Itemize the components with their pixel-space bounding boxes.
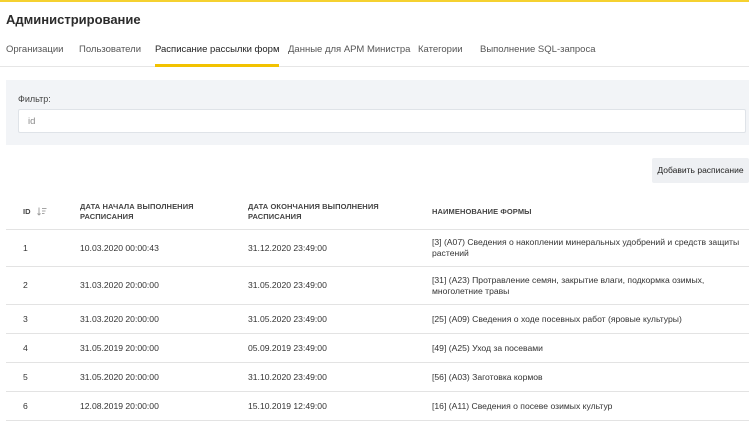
schedule-table: ID ДАТА НАЧАЛА ВЫПОЛНЕНИЯ РАСПИСАНИЯ ДАТ… bbox=[6, 193, 749, 421]
cell-start-date: 31.05.2020 20:00:00 bbox=[80, 371, 159, 382]
table-row[interactable]: 6 12.08.2019 20:00:00 15.10.2019 12:49:0… bbox=[6, 392, 749, 421]
cell-id: 1 bbox=[23, 242, 28, 253]
cell-form-name: [31] (А23) Протравление семян, закрытие … bbox=[432, 274, 705, 296]
cell-id: 5 bbox=[23, 371, 28, 382]
table-row[interactable]: 1 10.03.2020 00:00:43 31.12.2020 23:49:0… bbox=[6, 230, 749, 267]
tab-minister-data[interactable]: Данные для АРМ Министра bbox=[288, 38, 410, 67]
cell-start-date: 31.03.2020 20:00:00 bbox=[80, 280, 159, 290]
table-header: ID ДАТА НАЧАЛА ВЫПОЛНЕНИЯ РАСПИСАНИЯ ДАТ… bbox=[6, 193, 749, 230]
page-title: Администрирование bbox=[6, 12, 141, 27]
cell-end-date: 31.05.2020 23:49:00 bbox=[248, 280, 327, 290]
tab-users[interactable]: Пользователи bbox=[79, 38, 141, 67]
cell-id: 3 bbox=[23, 313, 28, 324]
cell-id: 6 bbox=[23, 400, 28, 411]
cell-end-date: 31.05.2020 23:49:00 bbox=[248, 313, 327, 324]
cell-start-date: 31.05.2019 20:00:00 bbox=[80, 342, 159, 353]
filter-panel: Фильтр: bbox=[6, 80, 749, 145]
column-header-start-date: ДАТА НАЧАЛА ВЫПОЛНЕНИЯ РАСПИСАНИЯ bbox=[80, 201, 194, 221]
sort-icon[interactable] bbox=[36, 207, 47, 216]
filter-input[interactable] bbox=[18, 109, 746, 133]
column-header-id[interactable]: ID bbox=[23, 193, 73, 230]
top-accent-line bbox=[0, 0, 749, 2]
cell-start-date: 12.08.2019 20:00:00 bbox=[80, 400, 159, 411]
cell-end-date: 31.12.2020 23:49:00 bbox=[248, 242, 327, 253]
table-row[interactable]: 4 31.05.2019 20:00:00 05.09.2019 23:49:0… bbox=[6, 334, 749, 363]
cell-id: 2 bbox=[23, 280, 28, 290]
cell-end-date: 15.10.2019 12:49:00 bbox=[248, 400, 327, 411]
tab-categories[interactable]: Категории bbox=[418, 38, 463, 67]
column-header-form-name: НАИМЕНОВАНИЕ ФОРМЫ bbox=[432, 206, 532, 216]
column-header-end-date: ДАТА ОКОНЧАНИЯ ВЫПОЛНЕНИЯ РАСПИСАНИЯ bbox=[248, 201, 379, 221]
cell-form-name: [16] (А11) Сведения о посеве озимых куль… bbox=[432, 400, 613, 411]
add-schedule-button[interactable]: Добавить расписание bbox=[652, 158, 749, 183]
column-header-id-label: ID bbox=[23, 206, 31, 216]
cell-form-name: [49] (А25) Уход за посевами bbox=[432, 342, 543, 353]
cell-form-name: [56] (А03) Заготовка кормов bbox=[432, 371, 543, 382]
tab-schedule[interactable]: Расписание рассылки форм bbox=[155, 38, 280, 67]
tab-bar: Организации Пользователи Расписание расс… bbox=[0, 38, 749, 67]
cell-start-date: 10.03.2020 00:00:43 bbox=[80, 242, 159, 253]
table-row[interactable]: 3 31.03.2020 20:00:00 31.05.2020 23:49:0… bbox=[6, 305, 749, 334]
cell-end-date: 31.10.2020 23:49:00 bbox=[248, 371, 327, 382]
cell-start-date: 31.03.2020 20:00:00 bbox=[80, 313, 159, 324]
tab-organizations[interactable]: Организации bbox=[6, 38, 63, 67]
tab-sql-query[interactable]: Выполнение SQL-запроса bbox=[480, 38, 596, 67]
cell-form-name: [3] (А07) Сведения о накоплении минераль… bbox=[432, 237, 740, 258]
cell-form-name: [25] (А09) Сведения о ходе посевных рабо… bbox=[432, 313, 682, 324]
cell-end-date: 05.09.2019 23:49:00 bbox=[248, 342, 327, 353]
filter-label: Фильтр: bbox=[18, 94, 51, 104]
cell-id: 4 bbox=[23, 342, 28, 353]
table-row[interactable]: 2 31.03.2020 20:00:00 31.05.2020 23:49:0… bbox=[6, 267, 749, 305]
table-row[interactable]: 5 31.05.2020 20:00:00 31.10.2020 23:49:0… bbox=[6, 363, 749, 392]
